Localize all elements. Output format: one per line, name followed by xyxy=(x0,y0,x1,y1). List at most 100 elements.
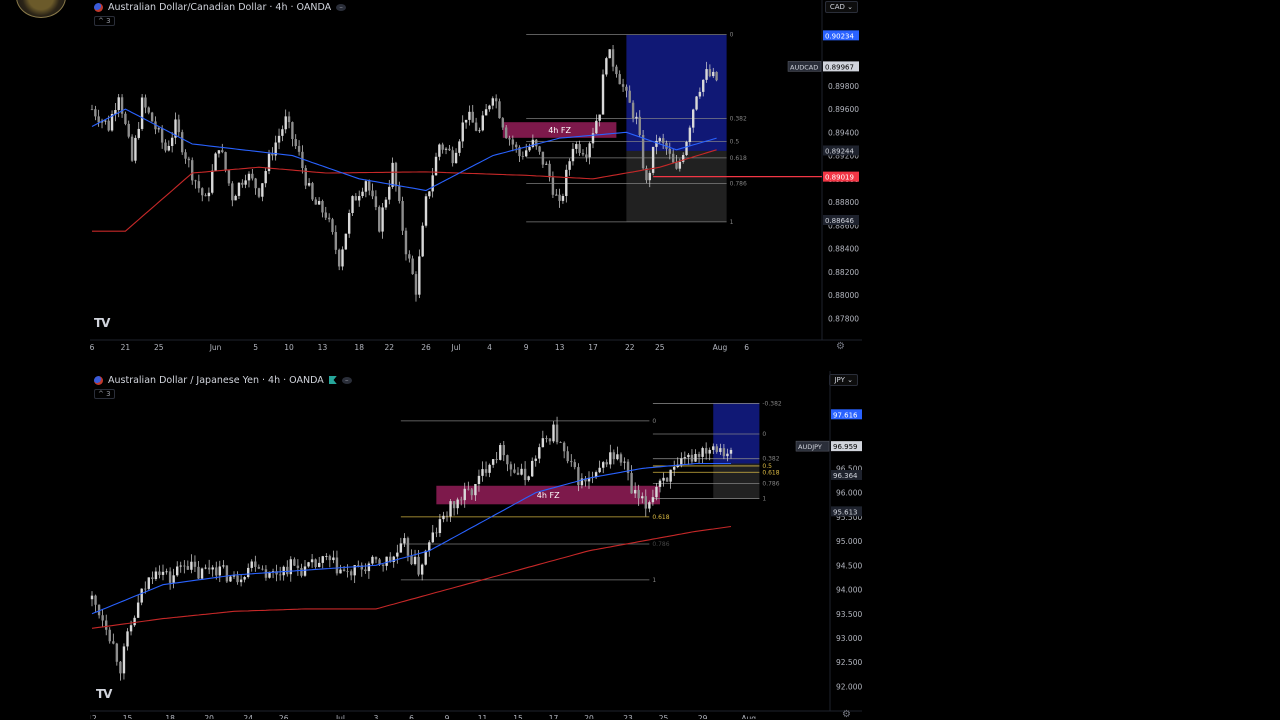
candle-body xyxy=(374,556,378,560)
candle-body xyxy=(442,515,445,520)
candle-body xyxy=(164,142,167,151)
candle-body xyxy=(521,156,525,157)
candle-body xyxy=(191,160,194,181)
y-tick-label: 93.500 xyxy=(836,610,862,619)
candle-body xyxy=(297,146,301,152)
candle-body xyxy=(715,71,718,81)
tradingview-logo[interactable]: TV xyxy=(94,316,111,330)
candle-body xyxy=(561,195,565,201)
candle-body xyxy=(368,181,371,191)
candle-body xyxy=(463,488,466,501)
candle-body xyxy=(452,501,456,509)
price-tag-label: 0.90234 xyxy=(825,32,854,40)
candle-body xyxy=(585,154,588,158)
candle-body xyxy=(140,97,144,129)
candle-body xyxy=(513,469,516,473)
fib-level-label: 0.382 xyxy=(730,115,747,122)
y-tick-label: 94.500 xyxy=(836,561,862,570)
candle-body xyxy=(224,152,227,171)
y-tick-label: 0.88800 xyxy=(828,198,859,207)
candle-body xyxy=(250,561,253,568)
candle-body xyxy=(545,163,548,165)
candle-body xyxy=(623,461,626,463)
candle-body xyxy=(158,571,161,575)
candle-body xyxy=(281,129,284,136)
candle-body xyxy=(385,556,388,566)
candle-body xyxy=(231,183,234,201)
chart-canvas[interactable]: 0.878000.880000.882000.884000.886000.888… xyxy=(90,0,862,357)
candle-body xyxy=(234,195,237,201)
candle-body xyxy=(244,180,247,185)
candle-body xyxy=(678,161,682,169)
candle-body xyxy=(697,453,701,457)
y-tick-label: 95.000 xyxy=(836,537,862,546)
candle-body xyxy=(605,58,608,75)
candle-body xyxy=(456,499,459,509)
candle-body xyxy=(651,497,655,503)
x-tick-label: 10 xyxy=(284,343,294,352)
candle-body xyxy=(662,477,665,481)
candle-body xyxy=(284,116,287,130)
candle-body xyxy=(535,139,538,147)
candle-body xyxy=(571,148,575,162)
fib-minor-level-label: 0.786 xyxy=(762,480,779,487)
candle-body xyxy=(394,162,398,187)
candle-body xyxy=(618,74,621,85)
candle-body xyxy=(435,532,438,534)
candle-body xyxy=(161,571,165,575)
candle-body xyxy=(150,112,154,122)
price-tag-label: 97.616 xyxy=(833,411,858,419)
candle-body xyxy=(211,170,214,193)
candle-body xyxy=(441,144,444,150)
settings-gear-icon[interactable]: ⚙ xyxy=(836,341,845,352)
candle-body xyxy=(680,458,683,465)
candle-body xyxy=(502,445,505,456)
candle-body xyxy=(671,153,675,163)
candle-body xyxy=(154,571,158,580)
candle-body xyxy=(325,556,328,557)
x-tick-label: 24 xyxy=(243,714,253,719)
fib-minor-level-label: 0.382 xyxy=(762,456,779,463)
fib-level-label: 1 xyxy=(730,219,734,226)
candle-body xyxy=(221,150,224,153)
candle-body xyxy=(527,476,530,481)
candle-body xyxy=(609,452,612,465)
candle-body xyxy=(451,150,454,164)
candle-body xyxy=(701,448,704,457)
candle-body xyxy=(201,188,204,196)
candle-body xyxy=(438,144,441,157)
candle-body xyxy=(331,219,334,233)
chart-canvas[interactable]: 92.000 92.500 93.000 93.500 94.000 94.500 95.0… xyxy=(90,371,862,719)
x-tick-label: 29 xyxy=(698,714,708,719)
candle-body xyxy=(508,138,511,140)
zone-label: 4h FZ xyxy=(548,126,571,135)
x-tick-label: 17 xyxy=(588,343,598,352)
fib-minor-level-label: -0.382 xyxy=(762,400,782,407)
candle-body xyxy=(641,134,645,169)
candle-body xyxy=(261,568,264,570)
y-tick-label: 94.000 xyxy=(836,586,862,595)
chart-panel-audcad[interactable]: Australian Dollar/Canadian Dollar · 4h ·… xyxy=(90,0,862,357)
candle-body xyxy=(241,182,244,185)
candle-body xyxy=(324,212,327,218)
chart-panel-audjpy[interactable]: Australian Dollar / Japanese Yen · 4h · … xyxy=(90,371,862,720)
candle-body xyxy=(417,556,420,575)
candle-body xyxy=(136,602,140,618)
candle-body xyxy=(344,233,348,250)
y-tick-label: 92.500 xyxy=(836,658,862,667)
fib-minor-level-label: 1 xyxy=(762,495,766,502)
candle-body xyxy=(170,137,174,146)
candle-body xyxy=(124,113,127,124)
candle-body xyxy=(608,49,611,59)
candle-body xyxy=(187,158,191,161)
candle-body xyxy=(708,69,712,77)
candle-body xyxy=(321,556,324,563)
settings-gear-icon[interactable]: ⚙ xyxy=(842,709,851,720)
candle-body xyxy=(673,467,676,470)
candle-body xyxy=(548,163,551,178)
avatar-icon[interactable] xyxy=(16,0,66,18)
candle-body xyxy=(307,562,310,567)
candle-body xyxy=(193,561,197,567)
tradingview-logo[interactable]: TV xyxy=(96,687,113,701)
candle-body xyxy=(293,559,296,566)
